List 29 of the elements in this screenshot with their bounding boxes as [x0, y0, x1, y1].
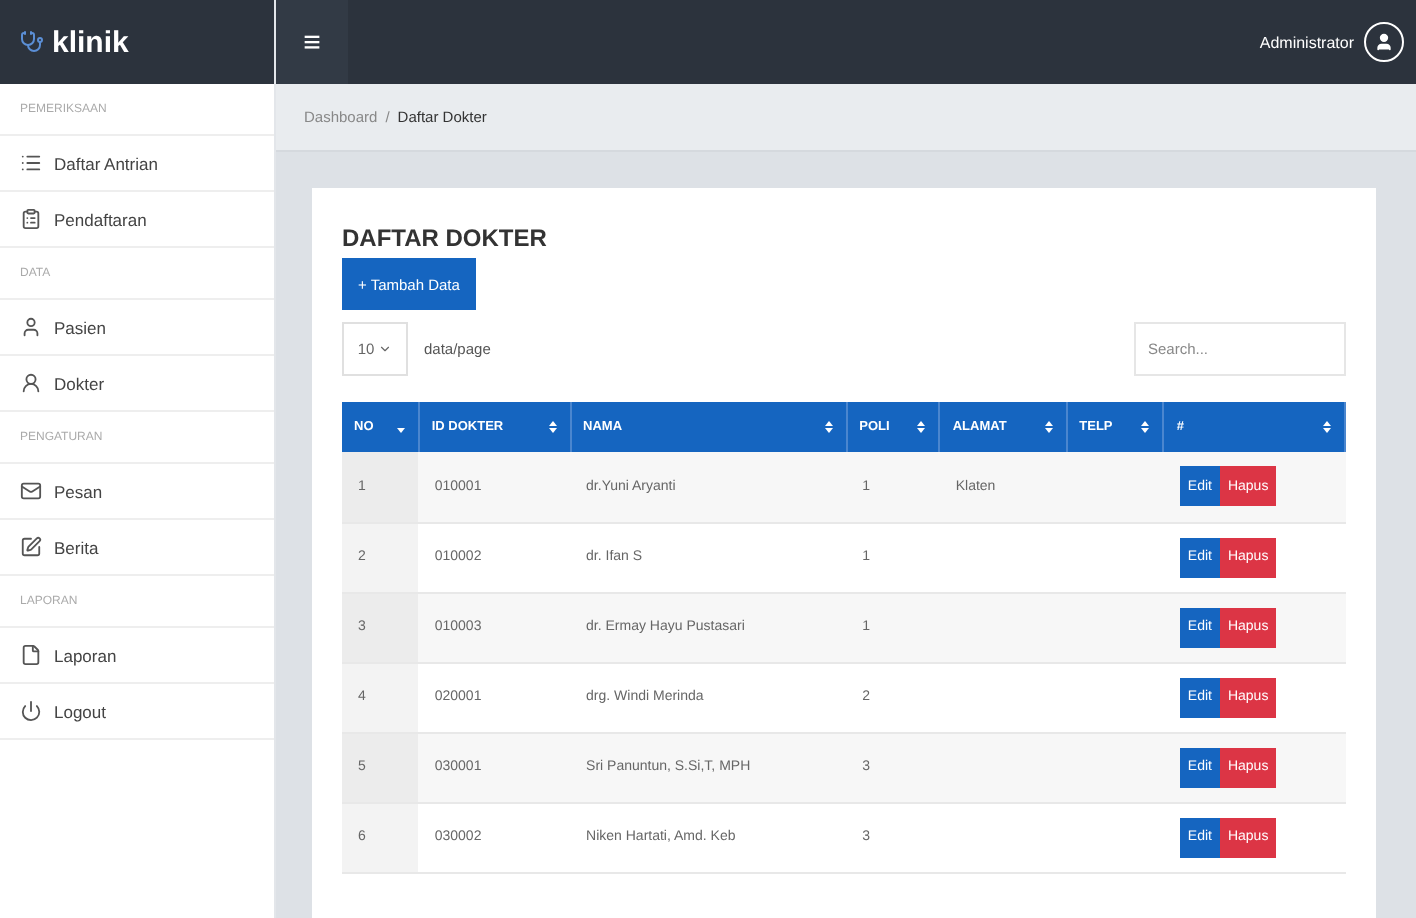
- dropdown-caret-icon: [378, 342, 393, 356]
- sort-icon[interactable]: [1140, 420, 1151, 434]
- power-icon: [20, 700, 42, 722]
- user-icon: [20, 316, 42, 338]
- sort-icon[interactable]: [823, 420, 834, 434]
- menu-button[interactable]: ≡: [276, 0, 348, 84]
- mail-icon: [20, 480, 42, 502]
- sidebar-item[interactable]: Pendaftaran: [0, 192, 274, 248]
- brand-logo: klinik: [52, 25, 129, 59]
- sidebar-item[interactable]: Daftar Antrian: [0, 136, 274, 192]
- sidebar-item[interactable]: Laporan: [0, 628, 274, 684]
- stethoscope-icon: [20, 30, 44, 54]
- list-icon: [20, 152, 42, 174]
- sidebar-item[interactable]: Dokter: [0, 356, 274, 412]
- clipboard-icon: [20, 208, 42, 230]
- sort-icon[interactable]: [1322, 420, 1332, 434]
- sort-icon[interactable]: [547, 420, 558, 434]
- sort-icon[interactable]: [1043, 420, 1054, 434]
- sidebar-item[interactable]: Logout: [0, 684, 274, 740]
- person-icon: [20, 372, 42, 394]
- user-name: Administrator: [1259, 33, 1354, 51]
- page-title: DAFTAR DOKTER: [342, 224, 549, 252]
- sidebar-item[interactable]: Berita: [0, 520, 274, 576]
- sort-icon[interactable]: [916, 420, 927, 434]
- sidebar-item[interactable]: Pasien: [0, 300, 274, 356]
- sidebar-item[interactable]: Pesan: [0, 464, 274, 520]
- file-icon: [20, 644, 42, 666]
- edit-icon: [20, 536, 42, 558]
- avatar-icon[interactable]: [1364, 22, 1404, 62]
